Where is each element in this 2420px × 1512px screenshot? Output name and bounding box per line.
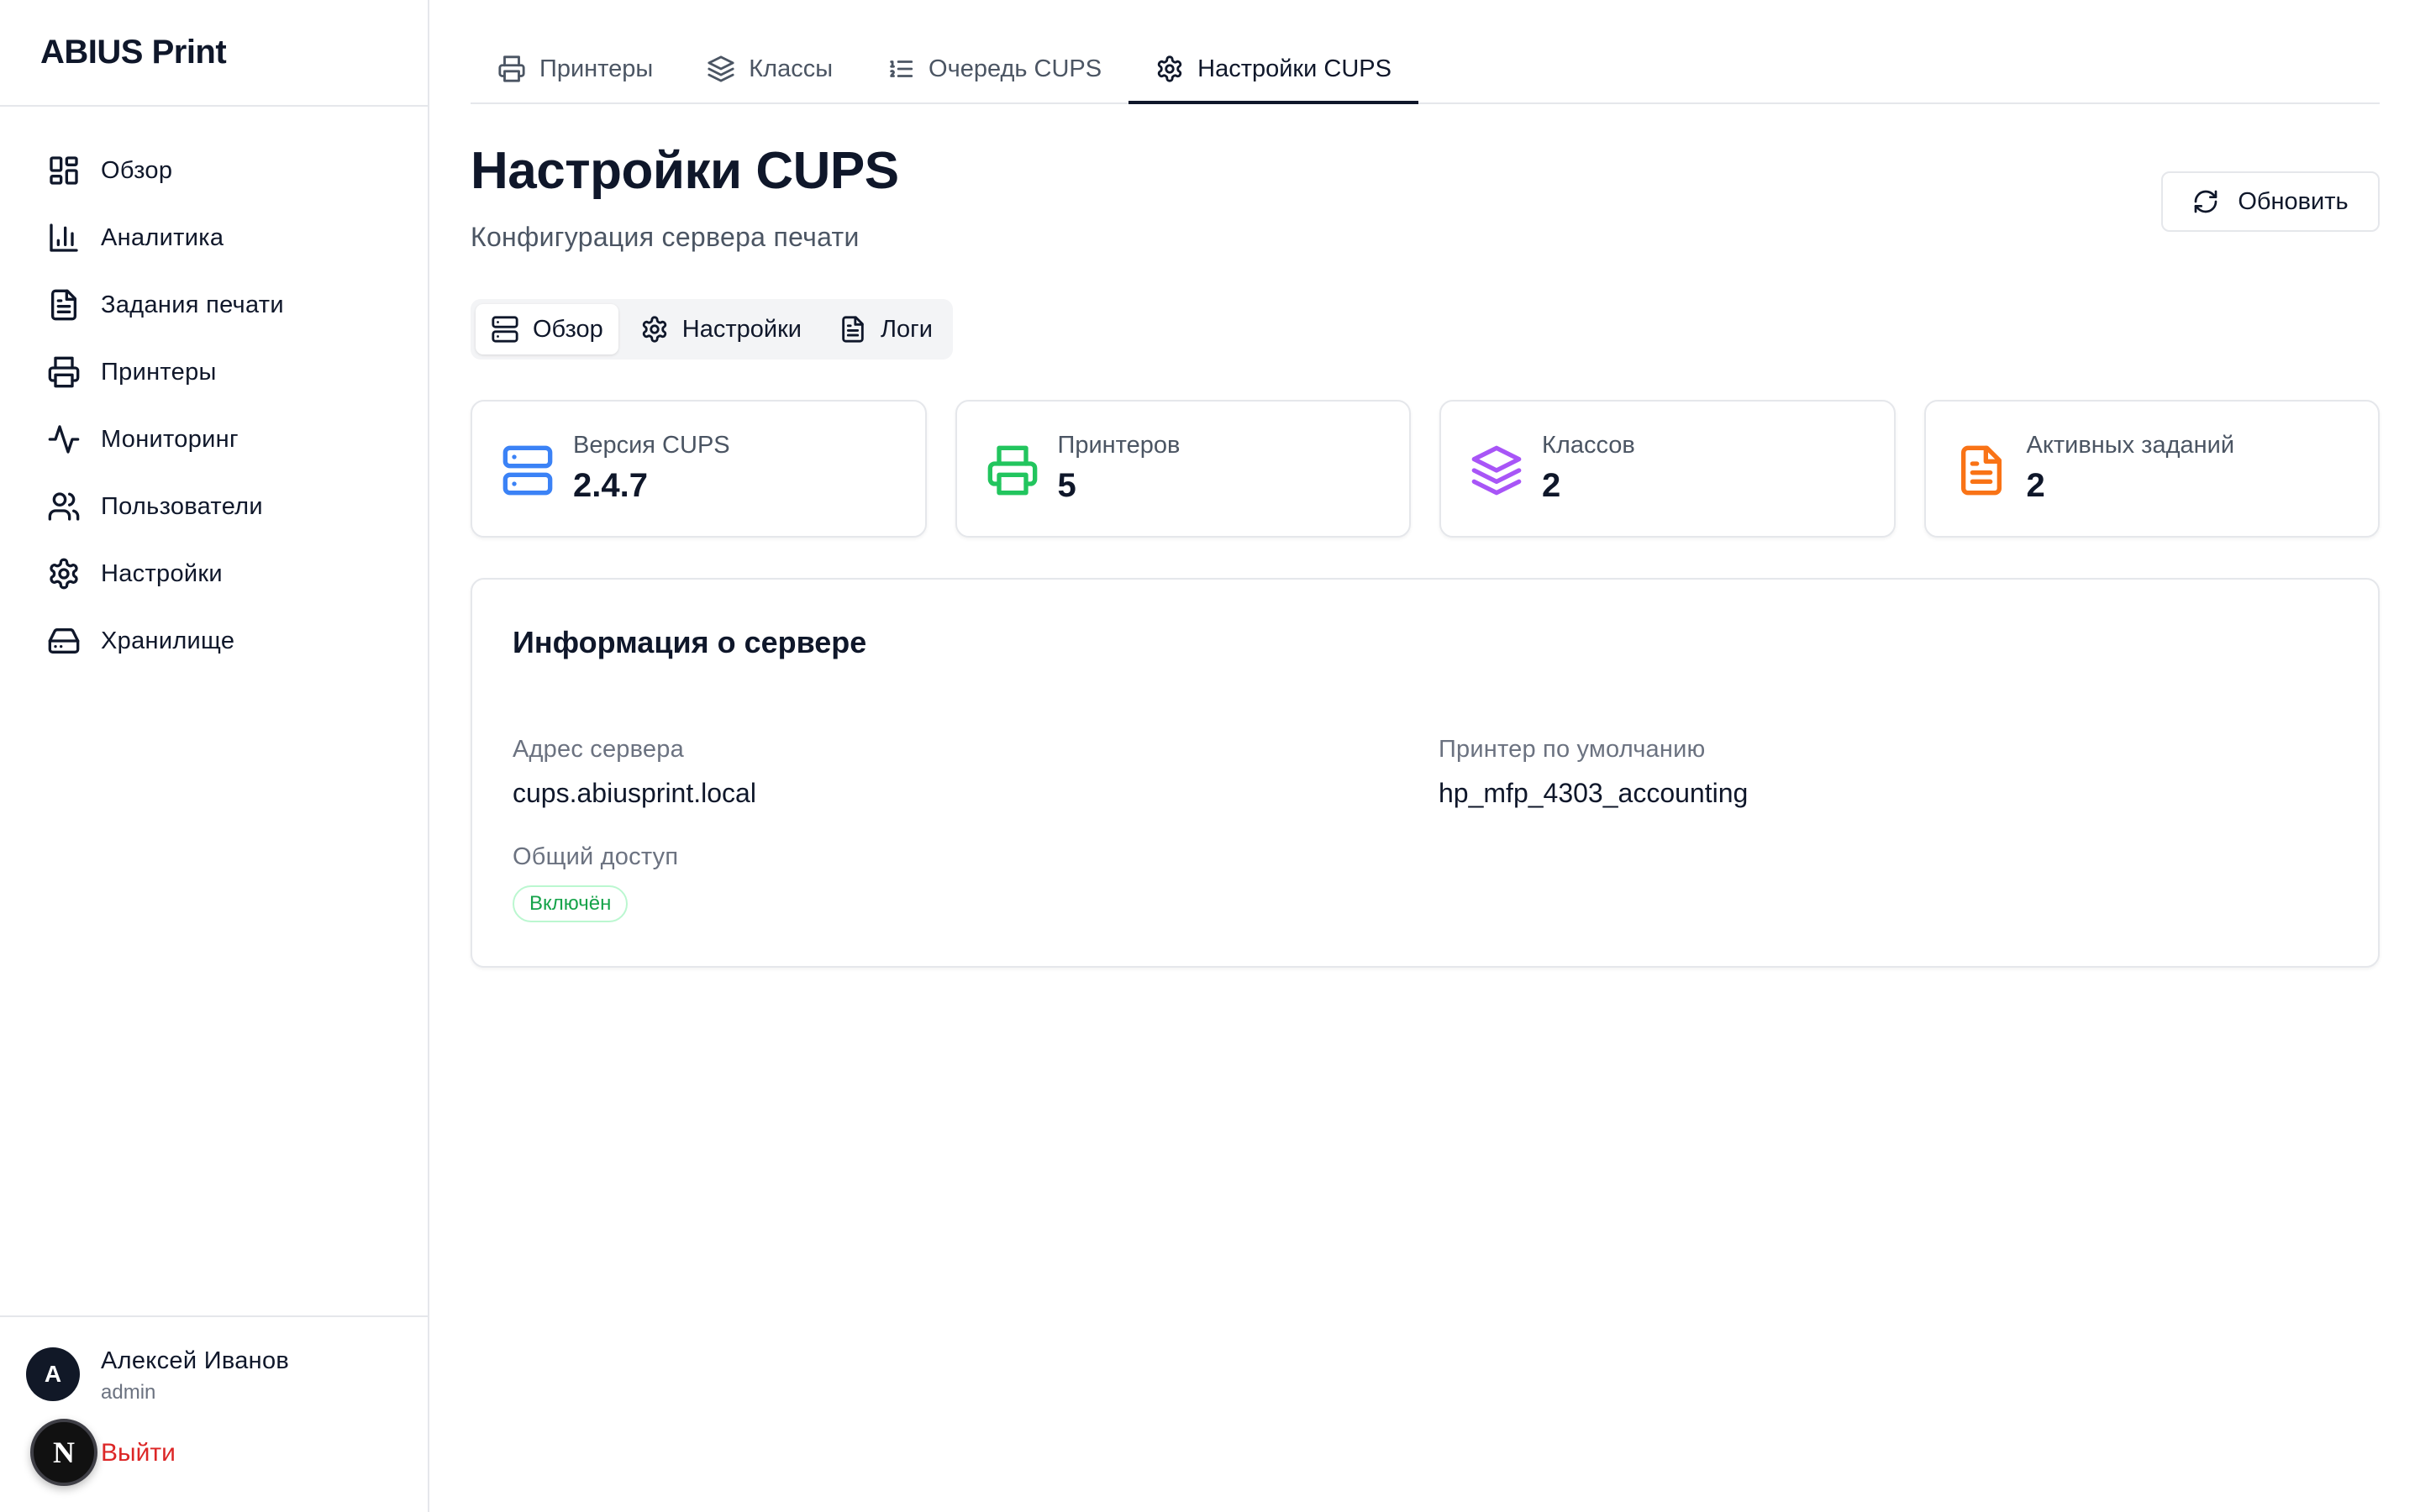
sidebar-item-label: Задания печати <box>101 291 284 318</box>
tab-label: Настройки CUPS <box>1197 55 1392 82</box>
printer-icon <box>987 445 1037 496</box>
stat-value: 5 <box>1057 467 1076 504</box>
status-badge: Включён <box>513 885 629 922</box>
sidebar-item-label: Мониторинг <box>101 425 239 453</box>
subtab-logs[interactable]: Логи <box>823 304 948 354</box>
brand-header: ABIUS Print <box>0 0 428 107</box>
tab-classes[interactable]: Классы <box>680 35 860 102</box>
server-info-card: Информация о сервере Адрес сервера cups.… <box>471 578 2380 968</box>
sidebar-item-storage[interactable]: Хранилище <box>17 614 411 668</box>
subtab-label: Логи <box>880 315 933 343</box>
stat-label: Классов <box>1542 432 1635 459</box>
user-role: admin <box>101 1381 156 1404</box>
subtab-label: Настройки <box>681 315 802 343</box>
layers-icon <box>708 55 734 82</box>
default-printer-label: Принтер по умолчанию <box>1439 736 1706 763</box>
refresh-button-label: Обновить <box>2238 187 2349 215</box>
server-icon <box>502 445 553 496</box>
sidebar-item-label: Пользователи <box>101 492 263 520</box>
sidebar-item-print-jobs[interactable]: Задания печати <box>17 278 411 332</box>
sidebar-item-label: Принтеры <box>101 358 217 386</box>
app-logo-text[interactable]: ABIUS Print <box>40 34 227 71</box>
subtab-overview[interactable]: Обзор <box>476 304 618 354</box>
tab-cups-settings[interactable]: Настройки CUPS <box>1128 35 1418 104</box>
user-block: А Алексей Иванов admin N Выйти <box>0 1315 428 1512</box>
refresh-icon <box>2195 190 2217 213</box>
dashboard-icon <box>50 156 78 185</box>
list-ordered-icon <box>890 60 913 77</box>
sidebar-nav: Обзор Аналитика Задания печати Принтеры … <box>0 107 428 668</box>
stat-label: Версия CUPS <box>573 432 730 459</box>
refresh-button[interactable]: Обновить <box>2161 171 2380 232</box>
bar-chart-icon <box>50 223 78 252</box>
sidebar-item-printers[interactable]: Принтеры <box>17 345 411 399</box>
sidebar-item-analytics[interactable]: Аналитика <box>17 211 411 265</box>
subtab-settings[interactable]: Настройки <box>625 304 817 354</box>
server-address-label: Адрес сервера <box>513 736 684 763</box>
stat-card-classes: Классов 2 <box>1439 400 1896 538</box>
users-icon <box>48 492 80 521</box>
stat-label: Активных заданий <box>2026 432 2235 459</box>
stats-row: Версия CUPS 2.4.7 Принтеров 5 Классов 2 … <box>471 400 2380 538</box>
file-text-icon <box>842 316 864 343</box>
stat-card-printers: Принтеров 5 <box>955 400 1411 538</box>
settings-icon <box>1157 55 1182 82</box>
printer-icon <box>48 356 80 388</box>
dev-tools-badge[interactable]: N <box>30 1419 97 1486</box>
file-text-icon <box>1960 445 2002 496</box>
sidebar-item-label: Обзор <box>101 156 173 184</box>
settings-icon <box>642 316 666 343</box>
server-icon <box>492 316 518 343</box>
main-content: Принтеры Классы Очередь CUPS Настройки C… <box>471 0 2380 968</box>
tab-printers[interactable]: Принтеры <box>471 35 680 102</box>
stat-value: 2 <box>1542 467 1561 504</box>
server-info-title: Информация о сервере <box>513 625 867 659</box>
printer-icon <box>498 55 525 82</box>
sidebar-item-overview[interactable]: Обзор <box>17 144 411 197</box>
sidebar-item-monitoring[interactable]: Мониторинг <box>17 412 411 466</box>
tab-label: Классы <box>749 55 834 82</box>
file-text-icon <box>51 289 77 321</box>
sidebar-item-users[interactable]: Пользователи <box>17 480 411 533</box>
sidebar-item-label: Настройки <box>101 559 223 587</box>
sidebar-item-label: Хранилище <box>101 627 235 654</box>
sidebar: ABIUS Print Обзор Аналитика Задания печа… <box>0 0 429 1512</box>
activity-icon <box>48 425 80 454</box>
stat-card-cups-version: Версия CUPS 2.4.7 <box>471 400 927 538</box>
stat-value: 2.4.7 <box>573 467 648 504</box>
hard-drive-icon <box>48 628 80 654</box>
logout-button[interactable]: Выйти <box>101 1439 176 1467</box>
user-name: Алексей Иванов <box>101 1347 290 1374</box>
tab-cups-queue[interactable]: Очередь CUPS <box>860 35 1128 102</box>
page-subtitle: Конфигурация сервера печати <box>471 222 860 252</box>
stat-value: 2 <box>2026 467 2045 504</box>
stat-label: Принтеров <box>1057 432 1181 459</box>
sharing-label: Общий доступ <box>513 843 679 870</box>
tab-label: Очередь CUPS <box>929 55 1102 82</box>
sidebar-item-settings[interactable]: Настройки <box>17 547 411 601</box>
sidebar-item-label: Аналитика <box>101 223 224 251</box>
avatar: А <box>26 1347 80 1401</box>
stat-card-active-jobs: Активных заданий 2 <box>1923 400 2380 538</box>
top-tabs: Принтеры Классы Очередь CUPS Настройки C… <box>471 0 2380 104</box>
tab-label: Принтеры <box>539 55 654 82</box>
layers-icon <box>1471 445 1522 496</box>
settings-icon <box>50 558 78 590</box>
server-address-value: cups.abiusprint.local <box>513 778 756 808</box>
sub-tabs: Обзор Настройки Логи <box>471 299 953 360</box>
subtab-label: Обзор <box>533 315 603 343</box>
page-title: Настройки CUPS <box>471 142 899 200</box>
default-printer-value: hp_mfp_4303_accounting <box>1439 778 1749 808</box>
